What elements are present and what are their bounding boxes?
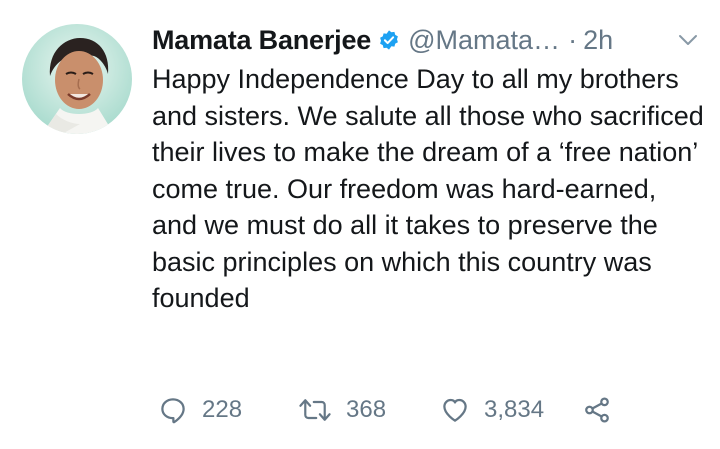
reply-count: 228	[202, 396, 243, 423]
verified-badge-icon	[378, 29, 400, 51]
tweet-timestamp[interactable]: 2h	[583, 25, 613, 56]
avatar-photo-icon	[22, 24, 132, 134]
user-handle[interactable]: @Mamata…	[408, 25, 560, 56]
header-separator: ·	[568, 24, 578, 55]
tweet-actions: 228 368 3,834	[158, 392, 628, 428]
chevron-down-icon[interactable]	[676, 28, 700, 52]
share-icon	[582, 395, 612, 425]
reply-button[interactable]: 228	[158, 392, 242, 428]
retweet-icon	[298, 395, 332, 425]
retweet-button[interactable]: 368	[298, 392, 386, 428]
avatar[interactable]	[22, 24, 132, 134]
reply-icon	[158, 395, 188, 425]
share-button[interactable]	[582, 392, 612, 428]
heart-icon	[440, 395, 470, 425]
tweet-text: Happy Independence Day to all my brother…	[152, 64, 704, 313]
retweet-count: 368	[346, 396, 387, 423]
like-button[interactable]: 3,834	[440, 392, 544, 428]
display-name[interactable]: Mamata Banerjee	[152, 25, 371, 56]
tweet-header: Mamata Banerjee @Mamata… · 2h	[152, 18, 700, 62]
like-count: 3,834	[484, 396, 545, 423]
